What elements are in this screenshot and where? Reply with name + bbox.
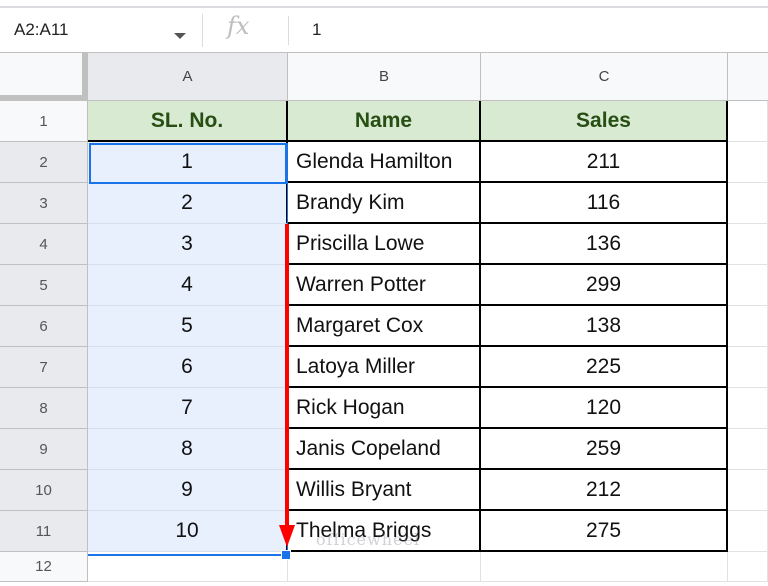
sales-cell[interactable]: 138 bbox=[481, 306, 728, 347]
sl-no-cell[interactable]: 1 bbox=[88, 142, 288, 183]
name-cell[interactable]: Margaret Cox bbox=[288, 306, 481, 347]
empty-cell[interactable] bbox=[728, 511, 768, 552]
sales-cell[interactable]: 299 bbox=[481, 265, 728, 306]
empty-cell[interactable] bbox=[728, 306, 768, 347]
column-header-d[interactable] bbox=[728, 53, 768, 101]
empty-cell[interactable] bbox=[728, 183, 768, 224]
name-box[interactable]: A2:A11 bbox=[14, 20, 69, 40]
sales-cell[interactable]: 116 bbox=[481, 183, 728, 224]
name-cell[interactable]: Janis Copeland bbox=[288, 429, 481, 470]
header-cell-sl[interactable]: SL. No. bbox=[88, 101, 288, 142]
empty-cell[interactable] bbox=[88, 552, 288, 582]
row-header-6[interactable]: 6 bbox=[0, 306, 88, 347]
sl-no-cell[interactable]: 5 bbox=[88, 306, 288, 347]
column-header-b[interactable]: B bbox=[288, 53, 481, 101]
empty-cell[interactable] bbox=[728, 552, 768, 582]
name-cell[interactable]: Willis Bryant bbox=[288, 470, 481, 511]
empty-cell[interactable] bbox=[728, 388, 768, 429]
empty-cell[interactable] bbox=[728, 101, 768, 142]
empty-cell[interactable] bbox=[728, 224, 768, 265]
sl-no-cell[interactable]: 7 bbox=[88, 388, 288, 429]
annotation-arrow-head-icon bbox=[279, 525, 295, 547]
sl-no-cell[interactable]: 3 bbox=[88, 224, 288, 265]
row-header-8[interactable]: 8 bbox=[0, 388, 88, 429]
row-header-11[interactable]: 11 bbox=[0, 511, 88, 552]
empty-cell[interactable] bbox=[728, 265, 768, 306]
row-header-5[interactable]: 5 bbox=[0, 265, 88, 306]
name-cell[interactable]: Rick Hogan bbox=[288, 388, 481, 429]
formula-bar: A2:A11 fx 1 bbox=[0, 8, 768, 53]
empty-cell[interactable] bbox=[481, 552, 728, 582]
sales-cell[interactable]: 212 bbox=[481, 470, 728, 511]
sales-cell[interactable]: 275 bbox=[481, 511, 728, 552]
sl-no-cell[interactable]: 8 bbox=[88, 429, 288, 470]
column-header-c[interactable]: C bbox=[481, 53, 728, 101]
row-header-1[interactable]: 1 bbox=[0, 101, 88, 142]
row-header-4[interactable]: 4 bbox=[0, 224, 88, 265]
name-cell[interactable]: Brandy Kim bbox=[288, 183, 481, 224]
sl-no-cell[interactable]: 4 bbox=[88, 265, 288, 306]
fill-handle[interactable] bbox=[281, 550, 291, 560]
row-header-12[interactable]: 12 bbox=[0, 552, 88, 582]
formula-input[interactable]: 1 bbox=[312, 20, 321, 40]
watermark: officewheel bbox=[316, 530, 421, 549]
annotation-arrow-shaft bbox=[285, 224, 289, 529]
row-header-10[interactable]: 10 bbox=[0, 470, 88, 511]
row-header-7[interactable]: 7 bbox=[0, 347, 88, 388]
empty-cell[interactable] bbox=[728, 429, 768, 470]
name-box-dropdown-icon[interactable] bbox=[174, 33, 186, 39]
sales-cell[interactable]: 120 bbox=[481, 388, 728, 429]
row-header-9[interactable]: 9 bbox=[0, 429, 88, 470]
row-header-2[interactable]: 2 bbox=[0, 142, 88, 183]
fx-icon: fx bbox=[227, 12, 250, 40]
empty-cell[interactable] bbox=[728, 142, 768, 183]
select-all-corner[interactable] bbox=[0, 53, 88, 101]
sales-cell[interactable]: 211 bbox=[481, 142, 728, 183]
sl-no-cell[interactable]: 9 bbox=[88, 470, 288, 511]
sl-no-cell[interactable]: 6 bbox=[88, 347, 288, 388]
row-header-3[interactable]: 3 bbox=[0, 183, 88, 224]
name-cell[interactable]: Warren Potter bbox=[288, 265, 481, 306]
sl-no-cell[interactable]: 2 bbox=[88, 183, 288, 224]
empty-cell[interactable] bbox=[728, 347, 768, 388]
formula-bar-divider bbox=[202, 14, 203, 47]
name-cell[interactable]: Priscilla Lowe bbox=[288, 224, 481, 265]
formula-bar-divider bbox=[288, 16, 289, 45]
header-cell-sales[interactable]: Sales bbox=[481, 101, 728, 142]
header-cell-name[interactable]: Name bbox=[288, 101, 481, 142]
column-header-a[interactable]: A bbox=[88, 53, 288, 101]
empty-cell[interactable] bbox=[728, 470, 768, 511]
empty-cell[interactable] bbox=[288, 552, 481, 582]
name-cell[interactable]: Glenda Hamilton bbox=[288, 142, 481, 183]
sales-cell[interactable]: 225 bbox=[481, 347, 728, 388]
sl-no-cell[interactable]: 10 bbox=[88, 511, 288, 552]
name-cell[interactable]: Latoya Miller bbox=[288, 347, 481, 388]
sales-cell[interactable]: 136 bbox=[481, 224, 728, 265]
sales-cell[interactable]: 259 bbox=[481, 429, 728, 470]
